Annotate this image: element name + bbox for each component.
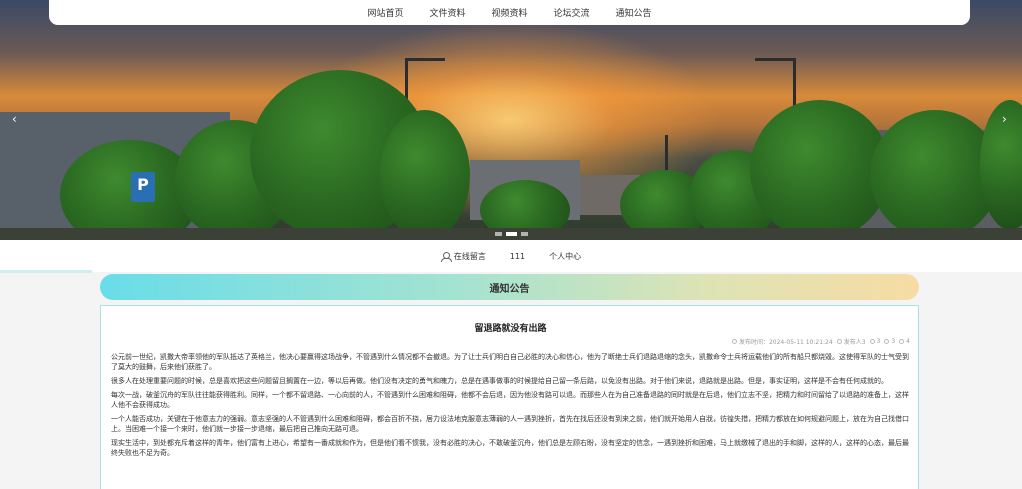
nav-notices[interactable]: 通知公告	[603, 6, 665, 19]
message-link[interactable]: 在线留言	[440, 251, 486, 262]
carousel-dot-active[interactable]	[506, 232, 517, 236]
meta-time: 发布时间：2024-05-11 10:21:24	[731, 337, 833, 346]
article-card: 留退路就没有出路 发布时间：2024-05-11 10:21:24 发布人3 3…	[100, 305, 919, 489]
top-nav: 网站首页 文件资料 视频资料 论坛交流 通知公告	[49, 0, 970, 25]
count-link[interactable]: 111	[510, 252, 525, 261]
section-title: 通知公告	[489, 283, 530, 295]
lamp-arm	[755, 58, 795, 61]
meta-likes[interactable]: 3	[869, 338, 881, 345]
tree	[380, 110, 470, 240]
article-title: 留退路就没有出路	[474, 324, 547, 334]
article-body: 公元前一世纪，凯撒大帝率领他的军队抵达了英格兰，他决心要赢得这场战争，不管遇到什…	[111, 352, 911, 462]
article-paragraph: 每次一战，破釜沉舟的军队往往能获得胜利。同样，一个都不留退路、一心向前的人，不管…	[111, 391, 909, 409]
tree	[750, 100, 890, 240]
thumbs-down-icon	[884, 339, 890, 344]
chevron-left-icon[interactable]: ‹	[12, 112, 17, 126]
carousel-indicators	[495, 232, 528, 236]
count-label: 111	[509, 251, 526, 261]
section-header: 通知公告	[100, 274, 919, 300]
article-paragraph: 一个人能否成功，关键在于他意志力的强弱。意志坚强的人不管遇到什么困难和阻碍，都会…	[111, 415, 909, 433]
sub-nav: 在线留言 111 个人中心	[0, 240, 1022, 272]
profile-link[interactable]: 个人中心	[549, 251, 581, 262]
meta-author-text: 发布人3	[843, 339, 866, 346]
left-accent-strip	[0, 270, 92, 273]
meta-dislikes-text: 3	[891, 338, 896, 345]
hero-banner: P ‹ ›	[0, 0, 1022, 240]
user-icon	[440, 251, 452, 262]
article-meta: 发布时间：2024-05-11 10:21:24 发布人3 3 3 4	[731, 337, 910, 346]
nav-files[interactable]: 文件资料	[416, 6, 478, 19]
eye-icon	[899, 339, 905, 344]
meta-time-text: 发布时间：2024-05-11 10:21:24	[738, 339, 833, 346]
meta-views-text: 4	[906, 338, 910, 345]
meta-dislikes[interactable]: 3	[884, 338, 895, 345]
nav-home[interactable]: 网站首页	[354, 6, 416, 19]
thumbs-up-icon	[869, 339, 875, 344]
message-label: 在线留言	[453, 251, 486, 261]
chevron-right-icon[interactable]: ›	[1002, 112, 1007, 126]
article-paragraph: 很多人在处理重要问题的时候，总是喜欢把这些问题留且搁置在一边，等以后再做。他们没…	[111, 377, 888, 385]
meta-likes-text: 3	[876, 338, 881, 345]
carousel-dot[interactable]	[521, 232, 528, 236]
lamp-arm	[405, 58, 445, 61]
article-paragraph: 现实生活中，到处都充斥着这样的青年，他们富有上进心，希望有一番成就和作为，但是他…	[111, 439, 909, 457]
meta-author: 发布人3	[836, 337, 866, 346]
article-paragraph: 公元前一世纪，凯撒大帝率领他的军队抵达了英格兰，他决心要赢得这场战争，不管遇到什…	[111, 353, 909, 371]
nav-videos[interactable]: 视频资料	[478, 6, 540, 19]
carousel-dot[interactable]	[495, 232, 502, 236]
clock-icon	[731, 339, 737, 344]
profile-label: 个人中心	[549, 251, 582, 261]
user-icon	[836, 339, 842, 344]
meta-views: 4	[899, 338, 910, 345]
parking-sign: P	[131, 172, 155, 202]
nav-forum[interactable]: 论坛交流	[541, 6, 603, 19]
